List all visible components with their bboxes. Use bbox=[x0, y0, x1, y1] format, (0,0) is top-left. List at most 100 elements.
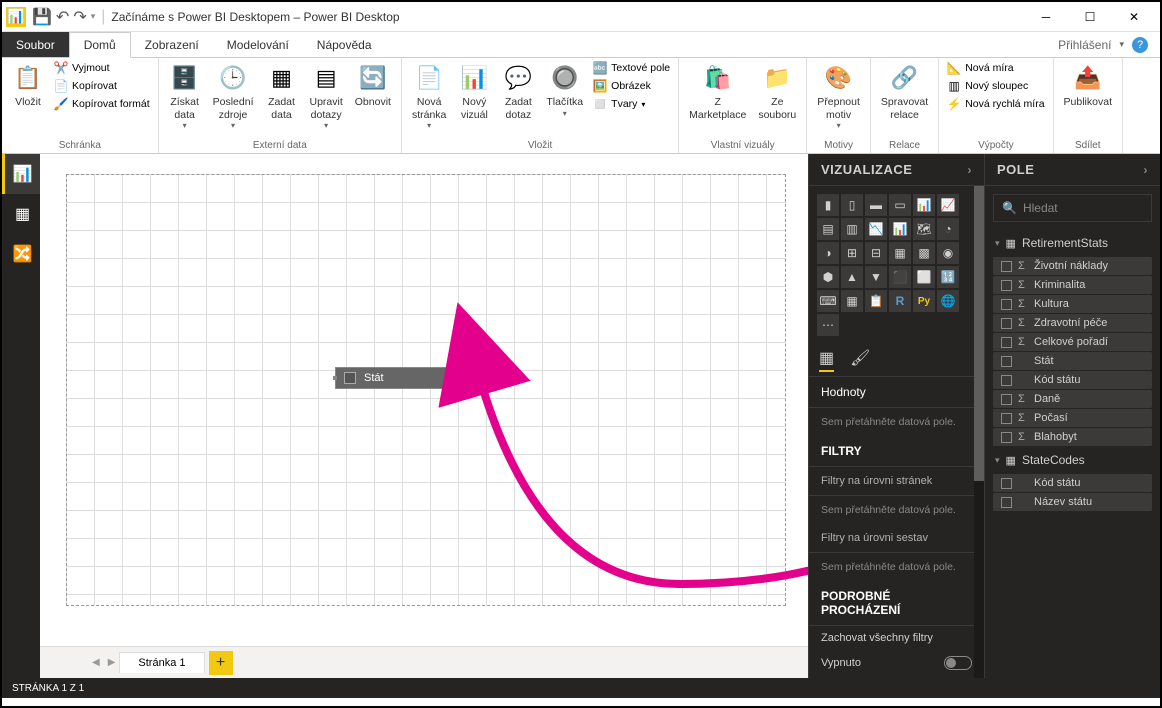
data-view-button[interactable]: ▦ bbox=[2, 194, 40, 234]
viz-type-icon[interactable]: ▮ bbox=[817, 194, 839, 216]
tab-home[interactable]: Domů bbox=[69, 32, 131, 58]
field-row[interactable]: Stát bbox=[993, 352, 1152, 370]
viz-type-icon[interactable]: 🔢 bbox=[937, 266, 959, 288]
viz-type-icon[interactable]: 📊 bbox=[889, 218, 911, 240]
viz-type-icon[interactable]: ⌨ bbox=[817, 290, 839, 312]
model-view-button[interactable]: 🔀 bbox=[2, 234, 40, 274]
image-button[interactable]: 🖼️Obrázek bbox=[591, 78, 672, 94]
cut-button[interactable]: ✂️Vyjmout bbox=[52, 60, 152, 76]
maximize-button[interactable]: ☐ bbox=[1068, 2, 1112, 32]
textbox-button[interactable]: 🔤Textové pole bbox=[591, 60, 672, 76]
viz-type-icon[interactable]: 📋 bbox=[865, 290, 887, 312]
viz-type-icon[interactable]: ▲ bbox=[841, 266, 863, 288]
tab-view[interactable]: Zobrazení bbox=[131, 32, 213, 57]
field-checkbox[interactable] bbox=[1001, 261, 1012, 272]
new-measure-button[interactable]: 📐Nová míra bbox=[945, 60, 1046, 76]
refresh-button[interactable]: 🔄Obnovit bbox=[351, 60, 395, 111]
page-tab-1[interactable]: Stránka 1 bbox=[119, 652, 204, 673]
field-row[interactable]: ΣZdravotní péče bbox=[993, 314, 1152, 332]
fields-pane-header[interactable]: POLE › bbox=[985, 154, 1160, 186]
add-page-button[interactable]: + bbox=[209, 651, 233, 675]
dropdown-icon[interactable]: ▾ bbox=[1119, 39, 1124, 50]
table-node[interactable]: ▾▦RetirementStats bbox=[985, 230, 1160, 256]
field-checkbox[interactable] bbox=[1001, 478, 1012, 489]
paste-button[interactable]: 📋 Vložit bbox=[8, 60, 48, 111]
field-checkbox[interactable] bbox=[1001, 432, 1012, 443]
new-page-button[interactable]: 📄Nová stránka▾ bbox=[408, 60, 450, 132]
prev-page-icon[interactable]: ◀ bbox=[88, 657, 104, 668]
buttons-button[interactable]: 🔘Tlačítka▾ bbox=[542, 60, 587, 120]
report-canvas[interactable]: Stát ↖ bbox=[66, 174, 786, 606]
undo-icon[interactable]: ↶ bbox=[56, 7, 69, 27]
save-icon[interactable]: 💾 bbox=[32, 7, 52, 27]
page-filters-placeholder[interactable]: Sem přetáhněte datová pole. bbox=[809, 496, 984, 524]
viz-type-icon[interactable]: ⋯ bbox=[817, 314, 839, 336]
viz-type-icon[interactable]: ⬢ bbox=[817, 266, 839, 288]
viz-type-icon[interactable]: 🗺 bbox=[913, 218, 935, 240]
publish-button[interactable]: 📤Publikovat bbox=[1060, 60, 1116, 111]
viz-scrollbar[interactable] bbox=[974, 186, 984, 678]
viz-type-icon[interactable]: R bbox=[889, 290, 911, 312]
viz-type-icon[interactable]: 📈 bbox=[937, 194, 959, 216]
dragged-field-chip[interactable]: Stát bbox=[335, 367, 493, 389]
viz-type-icon[interactable]: ▭ bbox=[889, 194, 911, 216]
enter-data-button[interactable]: ▦Zadat data bbox=[262, 60, 302, 123]
redo-icon[interactable]: ↷ bbox=[73, 7, 86, 27]
field-row[interactable]: ΣKultura bbox=[993, 295, 1152, 313]
shapes-button[interactable]: ◻️Tvary ▾ bbox=[591, 96, 672, 112]
viz-type-icon[interactable]: Py bbox=[913, 290, 935, 312]
format-tab[interactable]: 🖌 bbox=[850, 348, 870, 372]
tab-modeling[interactable]: Modelování bbox=[213, 32, 303, 57]
copy-button[interactable]: 📄Kopírovat bbox=[52, 78, 152, 94]
field-row[interactable]: ΣCelkové pořadí bbox=[993, 333, 1152, 351]
recent-sources-button[interactable]: 🕒Poslední zdroje▾ bbox=[209, 60, 258, 132]
field-checkbox[interactable] bbox=[1001, 375, 1012, 386]
field-row[interactable]: ΣDaně bbox=[993, 390, 1152, 408]
viz-type-icon[interactable]: ▥ bbox=[841, 218, 863, 240]
viz-type-icon[interactable]: 📊 bbox=[913, 194, 935, 216]
viz-type-icon[interactable]: ◔ bbox=[937, 218, 959, 240]
viz-type-icon[interactable]: ▼ bbox=[865, 266, 887, 288]
qat-dropdown-icon[interactable]: ▾ bbox=[91, 11, 96, 22]
sign-in-link[interactable]: Přihlášení bbox=[1058, 38, 1111, 52]
table-node[interactable]: ▾▦StateCodes bbox=[985, 447, 1160, 473]
quick-measure-button[interactable]: ⚡Nová rychlá míra bbox=[945, 96, 1046, 112]
values-placeholder[interactable]: Sem přetáhněte datová pole. bbox=[809, 408, 984, 436]
fields-search[interactable]: 🔍 Hledat bbox=[993, 194, 1152, 222]
viz-type-icon[interactable]: 📉 bbox=[865, 218, 887, 240]
from-file-button[interactable]: 📁Ze souboru bbox=[754, 60, 800, 123]
marketplace-button[interactable]: 🛍️Z Marketplace bbox=[685, 60, 750, 123]
field-row[interactable]: ΣBlahobyt bbox=[993, 428, 1152, 446]
field-checkbox[interactable] bbox=[1001, 394, 1012, 405]
new-visual-button[interactable]: 📊Nový vizuál bbox=[454, 60, 494, 123]
viz-type-icon[interactable]: ⊟ bbox=[865, 242, 887, 264]
field-checkbox[interactable] bbox=[1001, 299, 1012, 310]
viz-type-icon[interactable]: ◑ bbox=[817, 242, 839, 264]
viz-type-icon[interactable]: ⊞ bbox=[841, 242, 863, 264]
viz-type-icon[interactable]: ▯ bbox=[841, 194, 863, 216]
help-icon[interactable]: ? bbox=[1132, 37, 1148, 53]
viz-type-icon[interactable]: ▩ bbox=[913, 242, 935, 264]
ask-question-button[interactable]: 💬Zadat dotaz bbox=[498, 60, 538, 123]
edit-queries-button[interactable]: ▤Upravit dotazy▾ bbox=[306, 60, 347, 132]
viz-pane-header[interactable]: VIZUALIZACE › bbox=[809, 154, 984, 186]
report-view-button[interactable]: 📊 bbox=[2, 154, 40, 194]
minimize-button[interactable]: ─ bbox=[1024, 2, 1068, 32]
get-data-button[interactable]: 🗄️Získat data▾ bbox=[165, 60, 205, 132]
new-column-button[interactable]: ▥Nový sloupec bbox=[945, 78, 1046, 94]
viz-type-icon[interactable]: ▤ bbox=[817, 218, 839, 240]
field-row[interactable]: Název státu bbox=[993, 493, 1152, 511]
field-row[interactable]: Kód státu bbox=[993, 371, 1152, 389]
field-row[interactable]: ΣŽivotní náklady bbox=[993, 257, 1152, 275]
field-checkbox[interactable] bbox=[1001, 356, 1012, 367]
keep-filters-toggle[interactable] bbox=[944, 656, 972, 670]
tab-help[interactable]: Nápověda bbox=[303, 32, 386, 57]
format-painter-button[interactable]: 🖌️Kopírovat formát bbox=[52, 96, 152, 112]
fields-well-tab[interactable]: ▦ bbox=[819, 348, 834, 372]
viz-type-icon[interactable]: ⬜ bbox=[913, 266, 935, 288]
field-checkbox[interactable] bbox=[1001, 318, 1012, 329]
manage-relations-button[interactable]: 🔗Spravovat relace bbox=[877, 60, 932, 123]
field-checkbox[interactable] bbox=[1001, 497, 1012, 508]
viz-type-icon[interactable]: 🌐 bbox=[937, 290, 959, 312]
report-filters-placeholder[interactable]: Sem přetáhněte datová pole. bbox=[809, 553, 984, 581]
